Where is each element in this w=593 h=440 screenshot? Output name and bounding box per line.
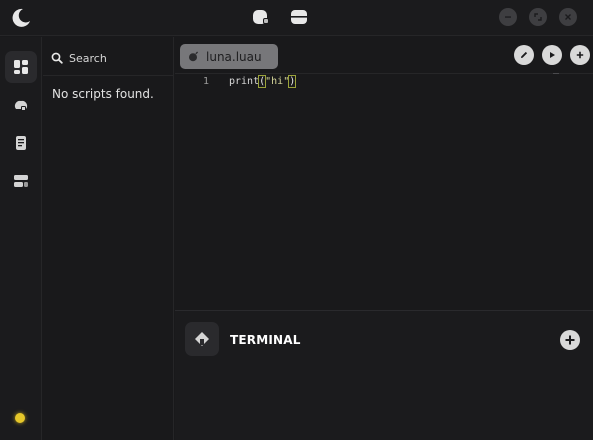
code-token: print: [229, 76, 260, 87]
storage-icon[interactable]: [5, 165, 37, 197]
center-toolbar: [250, 6, 310, 28]
bomb-icon: [188, 47, 199, 66]
dashboard-icon[interactable]: [5, 51, 37, 83]
play-icon[interactable]: [542, 45, 562, 65]
code-line: print("hi"): [229, 75, 297, 88]
code-editor: luna.luau 1 print("hi"): [175, 37, 593, 309]
edit-icon[interactable]: [514, 45, 534, 65]
cube-icon[interactable]: [250, 6, 272, 28]
empty-state-text: No scripts found.: [52, 87, 154, 101]
terminal-title: TERMINAL: [230, 333, 301, 347]
tab-label: luna.luau: [206, 49, 262, 64]
maximize-icon[interactable]: [529, 8, 547, 26]
line-number: 1: [203, 76, 210, 87]
editor-actions: [514, 45, 590, 65]
cloud-icon[interactable]: [5, 89, 37, 121]
code-string: "hi": [265, 76, 290, 87]
minimize-icon[interactable]: [499, 8, 517, 26]
scroll-marker: [553, 73, 559, 74]
editor-tab-bar: luna.luau: [175, 37, 593, 74]
left-rail: [0, 37, 42, 440]
search-input[interactable]: Search: [51, 49, 107, 68]
title-bar: [0, 0, 593, 36]
search-icon: [51, 49, 63, 68]
terminal-icon: [185, 322, 219, 356]
tab-luna-luau[interactable]: luna.luau: [180, 44, 278, 69]
close-icon[interactable]: [559, 8, 577, 26]
document-icon[interactable]: [5, 127, 37, 159]
divider: [43, 75, 174, 76]
add-circle-icon[interactable]: [560, 330, 580, 350]
scripts-panel: Search No scripts found.: [43, 37, 174, 440]
add-icon[interactable]: [570, 45, 590, 65]
search-placeholder: Search: [69, 52, 107, 65]
code-paren: ): [288, 75, 297, 88]
moon-icon[interactable]: [9, 6, 33, 30]
window-controls: [499, 8, 577, 26]
window-icon[interactable]: [288, 6, 310, 28]
status-indicator: [15, 413, 25, 423]
terminal-panel: TERMINAL: [175, 310, 593, 440]
